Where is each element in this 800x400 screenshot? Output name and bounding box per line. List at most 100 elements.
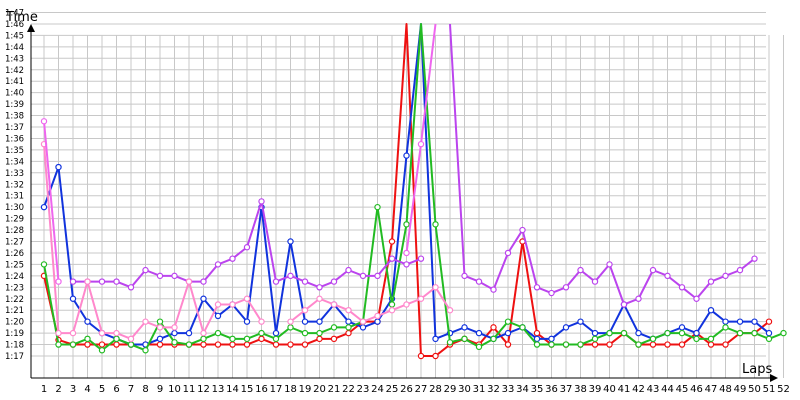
data-point xyxy=(577,318,584,325)
data-point xyxy=(243,335,251,343)
x-tick-label: 22 xyxy=(342,384,355,395)
data-point xyxy=(432,284,439,291)
data-point xyxy=(461,272,468,280)
data-point xyxy=(316,335,323,343)
data-point xyxy=(490,335,497,343)
data-point xyxy=(432,335,439,343)
x-tick-label: 31 xyxy=(473,384,486,395)
x-tick-label: 41 xyxy=(618,384,631,395)
data-point xyxy=(417,295,425,302)
data-point xyxy=(359,318,367,325)
data-point xyxy=(243,341,251,348)
y-tick-label: 1:41 xyxy=(5,77,24,87)
data-point xyxy=(69,341,77,348)
data-point xyxy=(591,341,599,348)
x-tick-label: 10 xyxy=(168,384,181,395)
x-tick-label: 47 xyxy=(705,384,718,395)
data-point xyxy=(69,329,77,337)
data-point xyxy=(214,329,222,337)
data-point xyxy=(156,324,164,331)
data-point xyxy=(475,343,483,351)
data-point xyxy=(417,352,425,360)
data-point xyxy=(229,335,236,343)
data-point xyxy=(156,318,164,325)
data-point xyxy=(533,335,541,343)
x-tick-label: 25 xyxy=(386,384,399,395)
y-tick-label: 1:33 xyxy=(5,169,24,179)
data-point xyxy=(55,278,62,285)
data-point xyxy=(200,278,207,285)
data-point xyxy=(272,278,280,285)
y-tick-label: 1:44 xyxy=(5,43,24,53)
data-point xyxy=(301,329,309,337)
data-point xyxy=(403,152,410,159)
data-point xyxy=(722,272,729,280)
data-point xyxy=(446,307,454,314)
data-point xyxy=(707,341,715,348)
data-point xyxy=(606,341,613,348)
x-tick-label: 9 xyxy=(157,384,163,395)
data-point xyxy=(664,272,671,280)
data-point xyxy=(84,341,91,348)
data-point xyxy=(751,255,758,262)
y-tick-label: 1:42 xyxy=(5,66,24,76)
data-point xyxy=(330,324,338,331)
data-point xyxy=(374,318,381,325)
data-point xyxy=(736,318,744,325)
data-point xyxy=(548,335,555,343)
data-point xyxy=(142,347,149,354)
data-point xyxy=(301,341,309,348)
x-tick-label: 33 xyxy=(502,384,515,395)
data-point xyxy=(345,329,352,337)
data-point xyxy=(664,341,671,348)
y-tick-label: 1:20 xyxy=(5,318,24,328)
x-axis-title: Laps xyxy=(742,362,772,377)
x-tick-label: 15 xyxy=(241,384,254,395)
x-tick-label: 1 xyxy=(41,384,47,395)
data-point xyxy=(577,341,584,348)
x-tick-label: 36 xyxy=(545,384,558,395)
data-point xyxy=(214,341,222,348)
data-point xyxy=(562,324,570,331)
data-point xyxy=(258,318,265,325)
data-point xyxy=(388,255,396,262)
x-tick-label: 3 xyxy=(70,384,76,395)
x-tick-label: 29 xyxy=(444,384,457,395)
data-point xyxy=(55,341,62,348)
data-point xyxy=(446,339,454,346)
data-point xyxy=(113,335,120,343)
x-tick-label: 16 xyxy=(255,384,268,395)
data-point xyxy=(98,329,106,337)
data-point xyxy=(562,341,570,348)
x-tick-label: 40 xyxy=(603,384,616,395)
data-point xyxy=(272,341,280,348)
data-point xyxy=(243,318,251,325)
data-point xyxy=(113,329,120,337)
data-point xyxy=(736,266,744,274)
x-tick-labels: 1 2 3 4 5 6 7 8 9 10 11 12 13 14 15 16 17 18 19 20 21 22 23 24 2… xyxy=(41,384,790,395)
data-point xyxy=(403,249,410,257)
data-point xyxy=(243,295,251,302)
data-point xyxy=(345,324,352,331)
data-point xyxy=(69,295,77,302)
data-point xyxy=(620,301,628,308)
x-tick-label: 7 xyxy=(128,384,134,395)
data-point xyxy=(185,329,193,337)
x-tick-label: 12 xyxy=(197,384,210,395)
data-point xyxy=(98,347,106,354)
y-tick-label: 1:17 xyxy=(5,352,24,362)
data-point xyxy=(287,318,294,325)
data-point xyxy=(374,312,381,320)
data-point xyxy=(548,341,555,348)
data-point xyxy=(243,244,251,251)
data-point xyxy=(403,261,410,268)
data-point xyxy=(214,301,222,308)
data-point xyxy=(40,203,48,211)
x-tick-label: 4 xyxy=(84,384,90,395)
x-tick-label: 34 xyxy=(516,384,529,395)
data-point xyxy=(258,329,265,337)
data-point xyxy=(591,335,599,343)
x-tick-label: 52 xyxy=(777,384,790,395)
data-point xyxy=(562,284,570,291)
data-point xyxy=(678,284,686,291)
